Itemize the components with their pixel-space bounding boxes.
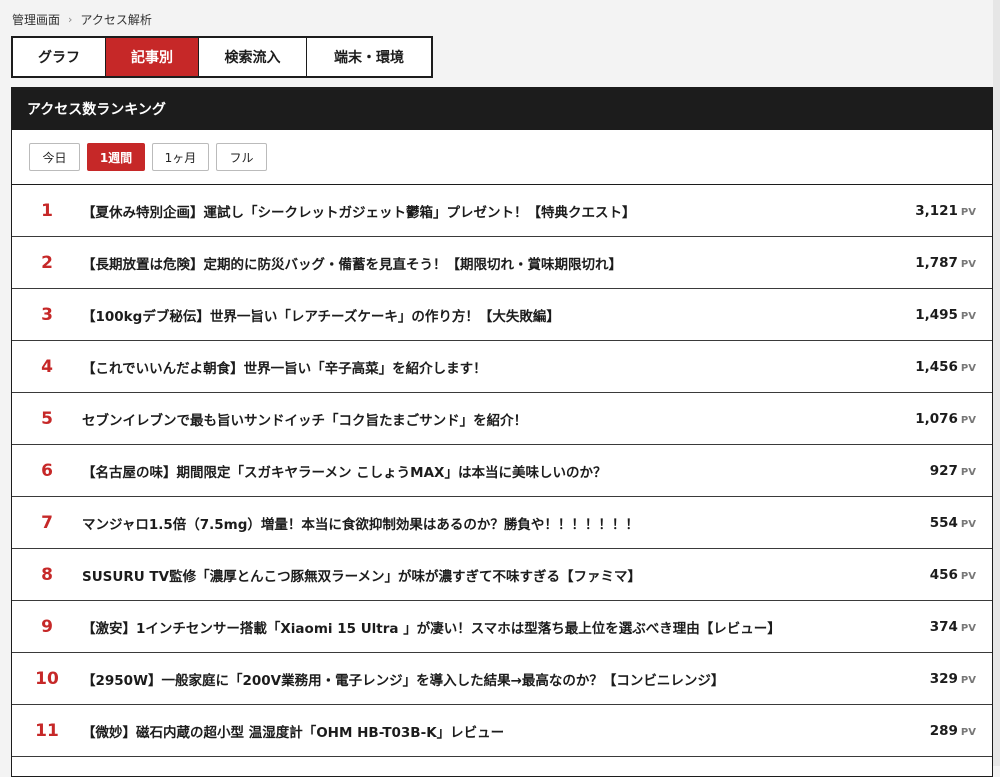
article-title-link[interactable]: 【名古屋の味】期間限定「スガキヤラーメン こしょうMAX」は本当に美味しいのか？	[82, 461, 856, 481]
rank-number: 4	[41, 356, 53, 377]
pageview-unit: PV	[960, 466, 976, 478]
pageview-unit: PV	[960, 362, 976, 374]
pageview-value: 289	[929, 722, 958, 739]
ranking-row[interactable]: 11 【微妙】磁石内蔵の超小型 温湿度計「OHM HB-T03B-K」レビュー 28…	[12, 705, 992, 757]
ranking-panel: アクセス数ランキング 今日 1週間 1ヶ月 フル 1 【夏休み特別企画】運試し「シ…	[11, 87, 993, 777]
pageview-count: 3,121 PV	[856, 203, 992, 219]
panel-title: アクセス数ランキング	[12, 88, 992, 130]
pageview-unit: PV	[960, 622, 976, 634]
rank-number: 9	[41, 616, 53, 637]
pageview-count: 927 PV	[856, 463, 992, 479]
breadcrumb-root-link[interactable]: 管理画面	[12, 11, 60, 28]
ranking-row[interactable]: 5 セブンイレブンで最も旨いサンドイッチ「コク旨たまごサンド」を紹介！ 1,076 P…	[12, 393, 992, 445]
ranking-row[interactable]: 9 【激安】1インチセンサー搭載「Xiaomi 15 Ultra 」が凄い！スマホ…	[12, 601, 992, 653]
pageview-value: 3,121	[915, 202, 958, 219]
pageview-value: 374	[929, 618, 958, 635]
pageview-count: 456 PV	[856, 567, 992, 583]
pageview-count: 1,495 PV	[856, 307, 992, 323]
rank-number: 2	[41, 252, 53, 273]
pageview-value: 456	[929, 566, 958, 583]
ranking-row[interactable]: 4 【これでいいんだよ朝食】世界一旨い「辛子高菜」を紹介します！ 1,456 PV	[12, 341, 992, 393]
ranking-row[interactable]: 7 マンジャロ1.5倍（7.5mg）増量！本当に食欲抑制効果はあるのか？勝負や！！…	[12, 497, 992, 549]
article-title-link[interactable]: 【微妙】磁石内蔵の超小型 温湿度計「OHM HB-T03B-K」レビュー	[82, 721, 856, 741]
breadcrumb: 管理画面 › アクセス解析	[12, 10, 152, 28]
period-month-button[interactable]: 1ヶ月	[152, 143, 209, 171]
pageview-unit: PV	[960, 414, 976, 426]
rank-number: 8	[41, 564, 53, 585]
article-title-link[interactable]: 【これでいいんだよ朝食】世界一旨い「辛子高菜」を紹介します！	[82, 357, 856, 377]
article-title-link[interactable]: 【2950W】一般家庭に「200V業務用・電子レンジ」を導入した結果→最高なのか…	[82, 669, 856, 689]
rank-number: 11	[35, 720, 59, 741]
article-title-link[interactable]: セブンイレブンで最も旨いサンドイッチ「コク旨たまごサンド」を紹介！	[82, 409, 856, 429]
article-title-link[interactable]: 【激安】1インチセンサー搭載「Xiaomi 15 Ultra 」が凄い！スマホは…	[82, 617, 856, 637]
article-title-link[interactable]: 【100kgデブ秘伝】世界一旨い「レアチーズケーキ」の作り方！【大失敗編】	[82, 305, 856, 325]
article-title-link[interactable]: SUSURU TV監修「濃厚とんこつ豚無双ラーメン」が味が濃すぎて不味すぎる【フ…	[82, 565, 856, 585]
pageview-unit: PV	[960, 674, 976, 686]
pageview-count: 554 PV	[856, 515, 992, 531]
pageview-count: 289 PV	[856, 723, 992, 739]
pageview-value: 1,456	[915, 358, 958, 375]
period-full-button[interactable]: フル	[216, 143, 267, 171]
ranking-row[interactable]: 1 【夏休み特別企画】運試し「シークレットガジェット鬱箱」プレゼント！【特典クエス…	[12, 185, 992, 237]
pageview-value: 1,495	[915, 306, 958, 323]
rank-number: 10	[35, 668, 59, 689]
tab-graph[interactable]: グラフ	[13, 38, 106, 76]
pageview-count: 374 PV	[856, 619, 992, 635]
pageview-value: 1,076	[915, 410, 958, 427]
rank-number: 5	[41, 408, 53, 429]
view-tabs: グラフ 記事別 検索流入 端末・環境	[11, 36, 433, 78]
rank-number: 1	[41, 200, 53, 221]
pageview-count: 1,787 PV	[856, 255, 992, 271]
pageview-count: 1,456 PV	[856, 359, 992, 375]
tab-device-environment[interactable]: 端末・環境	[307, 38, 431, 76]
ranking-row[interactable]: 10 【2950W】一般家庭に「200V業務用・電子レンジ」を導入した結果→最高な…	[12, 653, 992, 705]
rank-number: 6	[41, 460, 53, 481]
rank-number: 7	[41, 512, 53, 533]
pageview-value: 554	[929, 514, 958, 531]
pageview-unit: PV	[960, 310, 976, 322]
pageview-count: 329 PV	[856, 671, 992, 687]
pageview-unit: PV	[960, 518, 976, 530]
period-filter: 今日 1週間 1ヶ月 フル	[12, 130, 992, 185]
pageview-unit: PV	[960, 570, 976, 582]
pageview-unit: PV	[960, 206, 976, 218]
pageview-value: 927	[929, 462, 958, 479]
pageview-count: 1,076 PV	[856, 411, 992, 427]
ranking-row[interactable]: 3 【100kgデブ秘伝】世界一旨い「レアチーズケーキ」の作り方！【大失敗編】 1,…	[12, 289, 992, 341]
pageview-unit: PV	[960, 258, 976, 270]
pageview-unit: PV	[960, 726, 976, 738]
ranking-row[interactable]: 2 【長期放置は危険】定期的に防災バッグ・備蓄を見直そう！【期限切れ・賞味期限切れ…	[12, 237, 992, 289]
rank-number: 3	[41, 304, 53, 325]
breadcrumb-separator: ›	[68, 12, 73, 26]
scrollbar[interactable]	[993, 0, 1000, 766]
tab-search-inflow[interactable]: 検索流入	[199, 38, 307, 76]
breadcrumb-current: アクセス解析	[80, 12, 152, 27]
pageview-value: 329	[929, 670, 958, 687]
article-title-link[interactable]: マンジャロ1.5倍（7.5mg）増量！本当に食欲抑制効果はあるのか？勝負や！！！…	[82, 513, 856, 533]
period-today-button[interactable]: 今日	[29, 143, 80, 171]
period-week-button[interactable]: 1週間	[87, 143, 145, 171]
article-title-link[interactable]: 【長期放置は危険】定期的に防災バッグ・備蓄を見直そう！【期限切れ・賞味期限切れ】	[82, 253, 856, 273]
article-title-link[interactable]: 【夏休み特別企画】運試し「シークレットガジェット鬱箱」プレゼント！【特典クエスト…	[82, 201, 856, 221]
ranking-row[interactable]: 6 【名古屋の味】期間限定「スガキヤラーメン こしょうMAX」は本当に美味しいのか…	[12, 445, 992, 497]
pageview-value: 1,787	[915, 254, 958, 271]
tab-by-article[interactable]: 記事別	[106, 38, 199, 76]
ranking-row[interactable]: 8 SUSURU TV監修「濃厚とんこつ豚無双ラーメン」が味が濃すぎて不味すぎる【…	[12, 549, 992, 601]
ranking-list: 1 【夏休み特別企画】運試し「シークレットガジェット鬱箱」プレゼント！【特典クエス…	[12, 185, 992, 757]
